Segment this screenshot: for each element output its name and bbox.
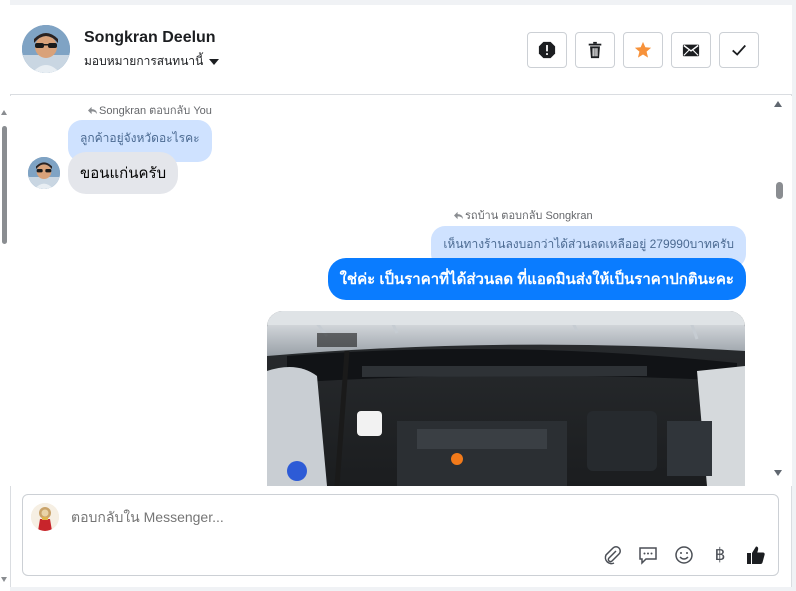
scroll-thumb[interactable] — [776, 182, 783, 199]
sender-avatar[interactable] — [28, 157, 60, 189]
left-scrollbar[interactable] — [0, 0, 10, 591]
conversation-actions — [527, 32, 759, 68]
mark-unread-button[interactable] — [671, 32, 711, 68]
baht-icon: ฿ — [714, 545, 726, 564]
assign-conversation-dropdown[interactable]: มอบหมายการสนทนานี้ — [84, 52, 220, 71]
reply-meta-outgoing: รถบ้าน ตอบกลับ Songkran — [454, 206, 593, 224]
mark-done-button[interactable] — [719, 32, 759, 68]
reply-arrow-icon — [88, 106, 97, 114]
attach-button[interactable] — [602, 545, 622, 565]
reply-input[interactable] — [71, 509, 671, 525]
emoji-button[interactable] — [674, 545, 694, 565]
star-icon — [634, 41, 652, 58]
reply-composer: ฿ — [22, 494, 779, 576]
assign-label: มอบหมายการสนทนานี้ — [84, 54, 204, 68]
scroll-up-arrow[interactable] — [774, 101, 782, 107]
contact-name[interactable]: Songkran Deelun — [84, 29, 216, 47]
page-avatar — [31, 503, 59, 531]
composer-toolbar: ฿ — [602, 545, 766, 565]
paperclip-icon — [604, 546, 621, 565]
check-icon — [732, 44, 746, 56]
alert-octagon-icon — [538, 41, 556, 59]
contact-avatar[interactable] — [22, 25, 70, 73]
scroll-down-arrow[interactable] — [774, 470, 782, 476]
smile-icon — [675, 546, 693, 564]
message-icon — [639, 547, 657, 565]
left-scroll-up-arrow[interactable] — [1, 110, 7, 115]
spam-button[interactable] — [527, 32, 567, 68]
envelope-icon — [682, 44, 700, 57]
saved-replies-button[interactable] — [638, 545, 658, 565]
chevron-down-icon — [209, 58, 220, 65]
thumbs-up-icon — [747, 546, 765, 564]
conversation-header: Songkran Deelun มอบหมายการสนทนานี้ — [10, 5, 792, 95]
incoming-message-bubble[interactable]: ขอนแก่นครับ — [68, 152, 179, 194]
reply-arrow-icon — [454, 211, 463, 219]
delete-button[interactable] — [575, 32, 615, 68]
left-scroll-down-arrow[interactable] — [1, 577, 7, 582]
trash-icon — [588, 41, 602, 59]
message-thread[interactable]: Songkran ตอบกลับ You ลูกค้าอยู่จังหวัดอะ… — [10, 96, 792, 486]
payment-button[interactable]: ฿ — [710, 545, 730, 565]
car-engine-photo[interactable] — [267, 311, 745, 486]
like-button[interactable] — [746, 545, 766, 565]
left-scroll-thumb[interactable] — [2, 126, 7, 244]
reply-meta-incoming: Songkran ตอบกลับ You — [88, 101, 212, 119]
outgoing-message-bubble[interactable]: ใช่ค่ะ เป็นราคาที่ได้ส่วนลด ที่แอดมินส่ง… — [327, 258, 746, 300]
star-button[interactable] — [623, 32, 663, 68]
message-scrollbar[interactable] — [774, 96, 788, 486]
